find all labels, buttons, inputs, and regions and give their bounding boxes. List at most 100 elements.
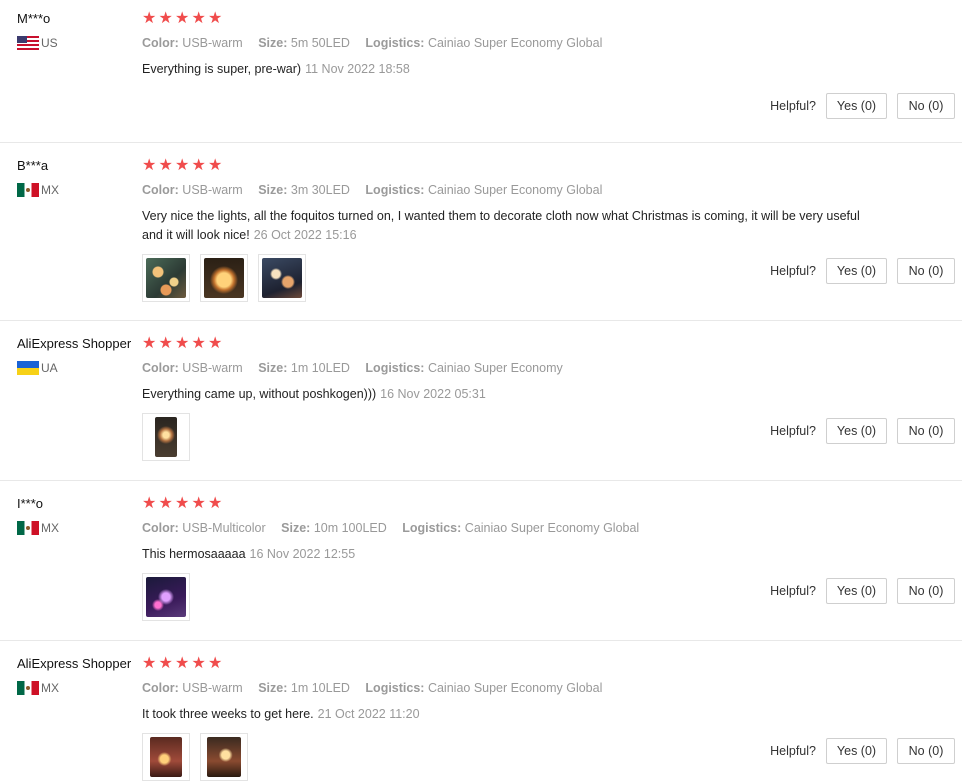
helpful-no-button[interactable]: No (0) bbox=[897, 738, 955, 764]
country-code: MX bbox=[41, 521, 59, 535]
star-icon: ★ bbox=[175, 335, 190, 352]
star-icon: ★ bbox=[191, 10, 206, 27]
helpful-vote: Helpful? Yes (0) No (0) bbox=[770, 93, 955, 119]
helpful-vote: Helpful? Yes (0) No (0) bbox=[770, 578, 955, 604]
size-value: 1m 10LED bbox=[290, 681, 350, 695]
logistics-value: Cainiao Super Economy Global bbox=[464, 521, 640, 535]
helpful-no-button[interactable]: No (0) bbox=[897, 93, 955, 119]
review-photos bbox=[142, 573, 872, 621]
logistics-value: Cainiao Super Economy Global bbox=[427, 681, 603, 695]
reviewer-name: AliExpress Shopper bbox=[17, 656, 132, 671]
reviewer-name: M***o bbox=[17, 11, 51, 26]
logistics-key: Logistics: bbox=[402, 521, 462, 535]
helpful-label: Helpful? bbox=[770, 99, 816, 113]
star-icon: ★ bbox=[158, 495, 173, 512]
size-value: 5m 50LED bbox=[290, 36, 350, 50]
review-body: Very nice the lights, all the foquitos t… bbox=[142, 209, 860, 242]
review-date: 26 Oct 2022 15:16 bbox=[253, 228, 357, 242]
color-value: USB-warm bbox=[182, 361, 243, 375]
size-key: Size: bbox=[258, 36, 288, 50]
logistics-key: Logistics: bbox=[365, 36, 425, 50]
review-text: Everything came up, without poshkogen)))… bbox=[142, 385, 867, 404]
reviewer-name: I***o bbox=[17, 496, 44, 511]
size-key: Size: bbox=[258, 361, 288, 375]
helpful-vote: Helpful? Yes (0) No (0) bbox=[770, 418, 955, 444]
color-value: USB-Multicolor bbox=[182, 521, 266, 535]
review-item: B***a MX ★ ★ ★ ★ ★ Color: USB-warm Size: 3m … bbox=[0, 143, 962, 321]
color-value: USB-warm bbox=[182, 681, 243, 695]
star-icon: ★ bbox=[208, 10, 223, 27]
review-text: It took three weeks to get here. 21 Oct 2… bbox=[142, 705, 867, 724]
reviewer-name: AliExpress Shopper bbox=[17, 336, 132, 351]
order-specs: Color: USB-warm Size: 1m 10LED Logistics… bbox=[142, 680, 872, 696]
reviewer-country: MX bbox=[17, 681, 131, 695]
reviews-page: { "labels": { "color_key": "Color:", "si… bbox=[0, 0, 973, 782]
country-code: MX bbox=[41, 681, 59, 695]
helpful-no-button[interactable]: No (0) bbox=[897, 418, 955, 444]
reviewer-info: B***a MX bbox=[17, 158, 59, 197]
star-icon: ★ bbox=[158, 10, 173, 27]
us-flag-icon bbox=[17, 36, 39, 50]
review-photos bbox=[142, 254, 872, 302]
star-icon: ★ bbox=[208, 157, 223, 174]
reviewer-info: I***o MX bbox=[17, 496, 59, 535]
star-icon: ★ bbox=[142, 335, 157, 352]
reviewer-name: B***a bbox=[17, 158, 49, 173]
star-icon: ★ bbox=[142, 157, 157, 174]
size-value: 1m 10LED bbox=[290, 361, 350, 375]
review-item: AliExpress Shopper MX ★ ★ ★ ★ ★ Color: USB-w… bbox=[0, 641, 962, 782]
country-code: UA bbox=[41, 361, 58, 375]
color-key: Color: bbox=[142, 183, 179, 197]
helpful-yes-button[interactable]: Yes (0) bbox=[826, 578, 887, 604]
review-photo[interactable] bbox=[142, 254, 190, 302]
color-key: Color: bbox=[142, 521, 179, 535]
star-icon: ★ bbox=[175, 10, 190, 27]
logistics-value: Cainiao Super Economy Global bbox=[427, 183, 603, 197]
helpful-yes-button[interactable]: Yes (0) bbox=[826, 738, 887, 764]
size-value: 3m 30LED bbox=[290, 183, 350, 197]
order-specs: Color: USB-warm Size: 1m 10LED Logistics… bbox=[142, 360, 872, 376]
star-icon: ★ bbox=[175, 495, 190, 512]
size-key: Size: bbox=[258, 183, 288, 197]
helpful-yes-button[interactable]: Yes (0) bbox=[826, 93, 887, 119]
star-icon: ★ bbox=[175, 157, 190, 174]
size-key: Size: bbox=[258, 681, 288, 695]
helpful-no-button[interactable]: No (0) bbox=[897, 258, 955, 284]
star-icon: ★ bbox=[191, 655, 206, 672]
review-content: ★ ★ ★ ★ ★ Color: USB-warm Size: 5m 50LED Log… bbox=[142, 11, 872, 79]
helpful-yes-button[interactable]: Yes (0) bbox=[826, 258, 887, 284]
helpful-label: Helpful? bbox=[770, 264, 816, 278]
helpful-yes-button[interactable]: Yes (0) bbox=[826, 418, 887, 444]
photo-thumbnail bbox=[155, 417, 177, 457]
color-key: Color: bbox=[142, 361, 179, 375]
review-photo[interactable] bbox=[258, 254, 306, 302]
size-value: 10m 100LED bbox=[313, 521, 387, 535]
star-rating: ★ ★ ★ ★ ★ bbox=[142, 336, 872, 352]
photo-thumbnail bbox=[150, 737, 182, 777]
review-item: I***o MX ★ ★ ★ ★ ★ Color: USB-Multicolor Siz… bbox=[0, 481, 962, 641]
review-body: Everything came up, without poshkogen))) bbox=[142, 387, 377, 401]
logistics-key: Logistics: bbox=[365, 183, 425, 197]
review-photo[interactable] bbox=[142, 733, 190, 781]
review-item: M***o US ★ ★ ★ ★ ★ Color: USB-warm Size: 5m … bbox=[0, 0, 962, 143]
logistics-value: Cainiao Super Economy bbox=[427, 361, 563, 375]
logistics-value: Cainiao Super Economy Global bbox=[427, 36, 603, 50]
photo-thumbnail bbox=[262, 258, 302, 298]
star-icon: ★ bbox=[158, 157, 173, 174]
review-date: 11 Nov 2022 18:58 bbox=[305, 62, 410, 76]
review-photo[interactable] bbox=[142, 413, 190, 461]
star-icon: ★ bbox=[142, 10, 157, 27]
order-specs: Color: USB-warm Size: 3m 30LED Logistics… bbox=[142, 182, 872, 198]
star-icon: ★ bbox=[191, 157, 206, 174]
reviewer-country: MX bbox=[17, 183, 59, 197]
review-content: ★ ★ ★ ★ ★ Color: USB-warm Size: 3m 30LED Log… bbox=[142, 158, 872, 302]
review-photo[interactable] bbox=[200, 733, 248, 781]
review-item: AliExpress Shopper UA ★ ★ ★ ★ ★ Color: USB-w… bbox=[0, 321, 962, 481]
helpful-label: Helpful? bbox=[770, 424, 816, 438]
review-body: Everything is super, pre-war) bbox=[142, 62, 302, 76]
helpful-no-button[interactable]: No (0) bbox=[897, 578, 955, 604]
helpful-label: Helpful? bbox=[770, 744, 816, 758]
logistics-key: Logistics: bbox=[365, 681, 425, 695]
review-photo[interactable] bbox=[142, 573, 190, 621]
review-photo[interactable] bbox=[200, 254, 248, 302]
